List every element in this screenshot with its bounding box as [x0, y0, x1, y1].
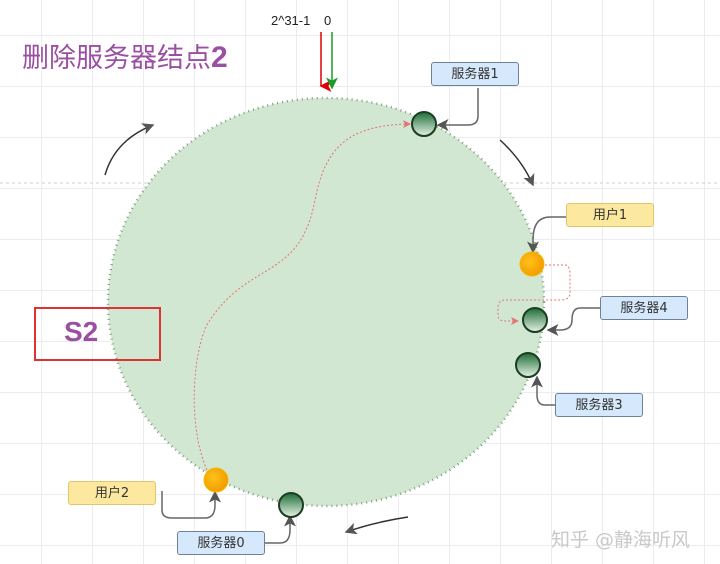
user2-label: 用户2 — [68, 481, 156, 505]
direction-arrow-icon — [344, 516, 409, 535]
ring-diagram — [0, 32, 720, 544]
page-title: 删除服务器结点2 — [22, 36, 228, 75]
max-marker-label: 2^31-1 — [271, 13, 311, 28]
user1-label: 用户1 — [566, 203, 654, 227]
hash-ring — [106, 96, 546, 508]
server3-label: 服务器3 — [555, 393, 643, 417]
user1-node — [519, 251, 545, 277]
title-number: 2 — [211, 41, 228, 74]
server1-node — [411, 111, 437, 137]
server4-node — [522, 307, 548, 333]
diagram-canvas: 删除服务器结点2 2^31-1 0 S2 服务器1 用户1 服务器4 服务器3 … — [0, 0, 720, 564]
server1-label: 服务器1 — [431, 62, 519, 86]
server0-label: 服务器0 — [177, 531, 265, 555]
title-text: 删除服务器结点 — [22, 43, 211, 74]
direction-arrow-icon — [104, 123, 155, 176]
direction-arrow-icon — [499, 139, 535, 187]
server3-node — [515, 352, 541, 378]
ring-markers: 2^31-1 0 — [271, 13, 331, 28]
server4-label: 服务器4 — [600, 296, 688, 320]
server0-node — [278, 492, 304, 518]
user2-node — [203, 467, 229, 493]
s2-label: S2 — [64, 316, 99, 347]
watermark: 知乎 @静海听风 — [551, 529, 691, 551]
zero-marker-label: 0 — [323, 13, 332, 28]
